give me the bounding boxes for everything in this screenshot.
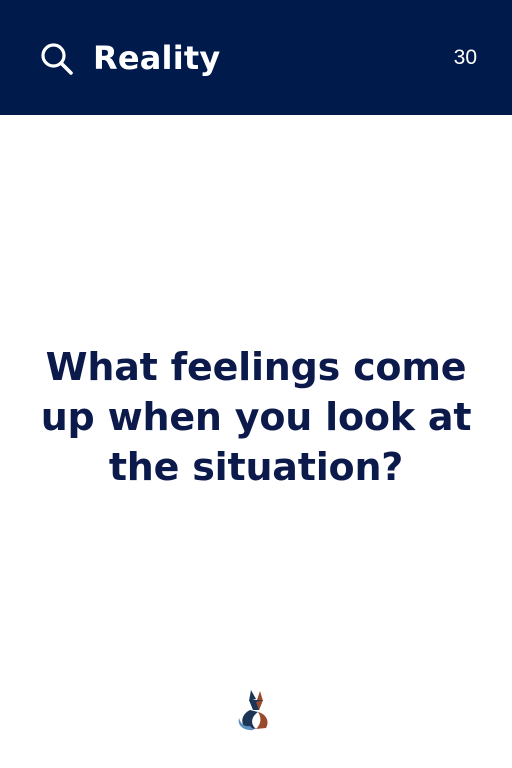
page-title: Reality: [93, 39, 221, 77]
question-text: What feelings come up when you look at t…: [40, 345, 472, 489]
header-bar: Reality 30: [0, 0, 512, 115]
fox-logo-icon: [238, 690, 268, 731]
card-count: 30: [453, 46, 477, 69]
search-icon[interactable]: [40, 42, 74, 76]
